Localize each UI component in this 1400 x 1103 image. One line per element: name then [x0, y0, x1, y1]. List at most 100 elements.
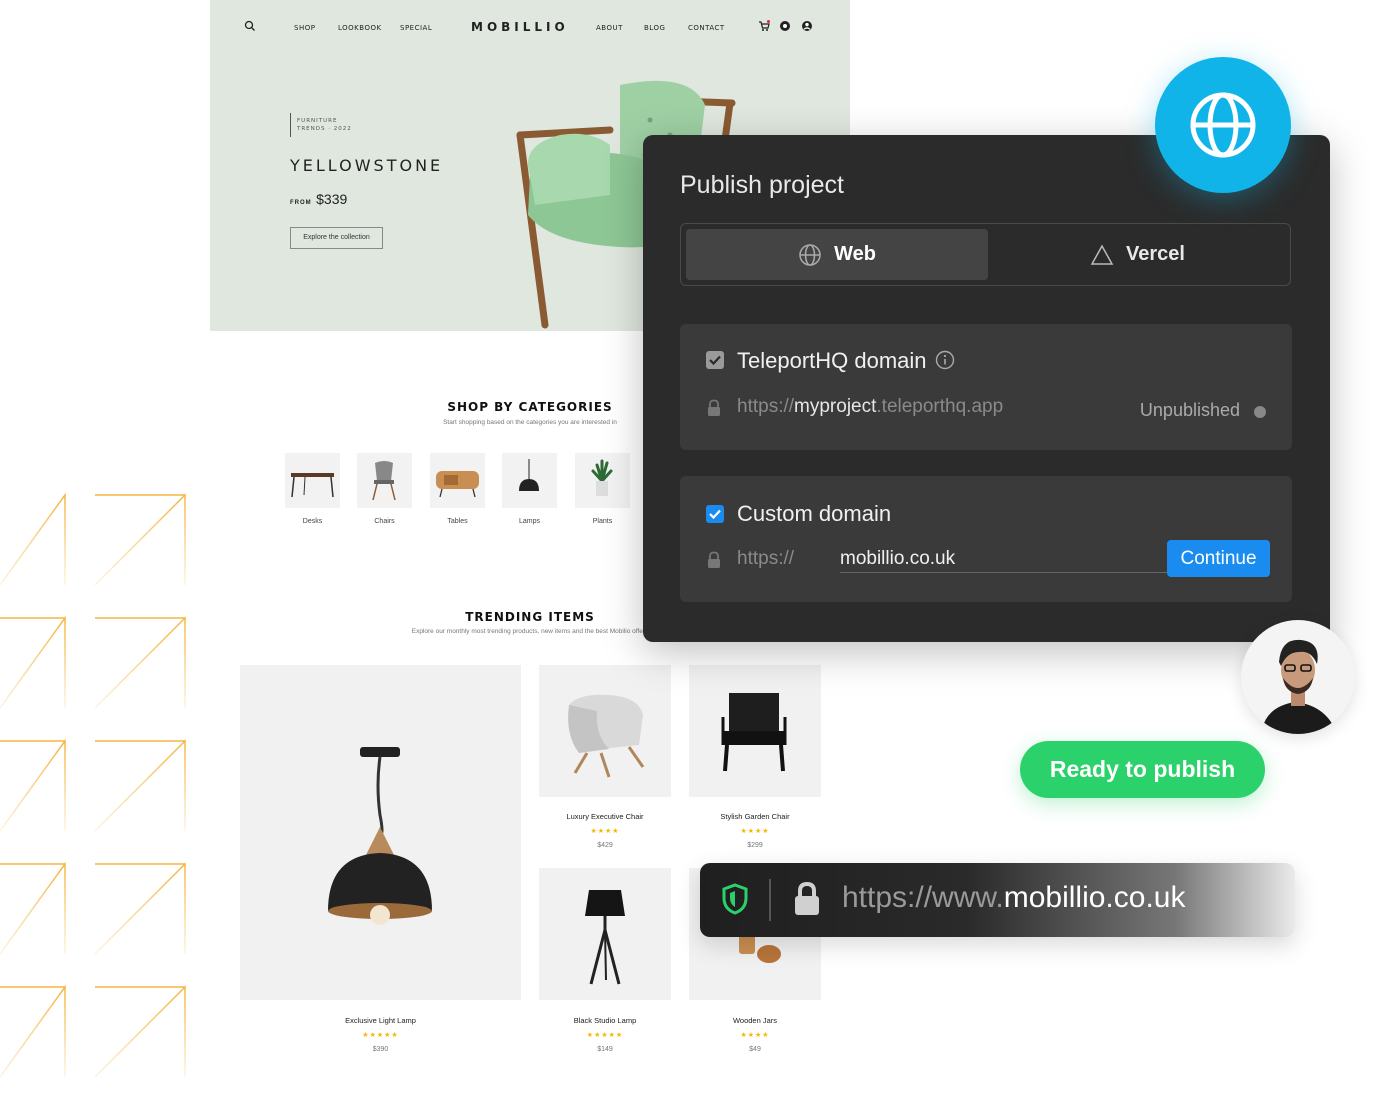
tripod-lamp-image: [585, 890, 625, 985]
category-tables[interactable]: Tables: [430, 453, 485, 525]
search-icon[interactable]: [244, 20, 256, 32]
nav-blog[interactable]: BLOG: [644, 24, 665, 32]
product-rating: ★★★★: [740, 828, 770, 835]
user-portrait-image: [1261, 639, 1337, 734]
check-icon: [709, 509, 721, 520]
product-price: $390: [372, 1046, 389, 1053]
nav-about[interactable]: ABOUT: [596, 24, 623, 32]
tab-vercel[interactable]: Vercel: [988, 229, 1287, 280]
product-tile-black-studio-lamp[interactable]: [539, 868, 671, 1000]
product-price: $299: [747, 842, 763, 849]
product-tile-luxury-executive-chair[interactable]: [539, 665, 671, 797]
product-name: Luxury Executive Chair: [566, 812, 644, 821]
price-from-label: FROM: [290, 200, 312, 206]
category-label: Desks: [302, 518, 323, 525]
custom-domain-card: Custom domain https:// mobillio.co.uk Co…: [680, 476, 1292, 602]
product-price: $429: [597, 842, 613, 849]
site-nav: SHOP LOOKBOOK SPECIAL MOBILLIO ABOUT BLO…: [210, 0, 850, 56]
eyebrow-line-2: TRENDS · 2022: [297, 126, 352, 132]
product-tile-stylish-garden-chair[interactable]: [689, 665, 821, 797]
product-name: Black Studio Lamp: [573, 1016, 637, 1025]
explore-collection-button[interactable]: Explore the collection: [290, 227, 383, 249]
teleporthq-domain-card: TeleportHQ domain https://myproject.tele…: [680, 324, 1292, 450]
nav-lookbook[interactable]: LOOKBOOK: [338, 24, 382, 32]
ready-to-publish-badge: Ready to publish: [1020, 741, 1265, 798]
check-icon: [709, 355, 721, 366]
cart-icon[interactable]: [758, 20, 770, 32]
chair-icon: [372, 461, 396, 501]
pendant-lamp-image: [328, 747, 432, 925]
product-name: Exclusive Light Lamp: [345, 1016, 416, 1025]
tab-web-label: Web: [834, 243, 876, 265]
avatar: [1241, 620, 1355, 734]
teleporthq-domain-checkbox[interactable]: [706, 351, 724, 369]
product-price: $149: [597, 1046, 613, 1053]
category-desks[interactable]: Desks: [285, 453, 340, 525]
custom-domain-title: Custom domain: [737, 501, 892, 526]
product-price: $49: [749, 1046, 761, 1053]
lock-icon: [708, 399, 720, 416]
table-icon: [436, 471, 479, 498]
category-lamps[interactable]: Lamps: [502, 453, 557, 525]
lock-icon: [708, 551, 720, 568]
address-bar-url[interactable]: https://www.mobillio.co.uk: [842, 881, 1185, 915]
custom-domain-input[interactable]: mobillio.co.uk: [840, 548, 955, 570]
lock-icon: [795, 881, 819, 915]
eyebrow-line-1: FURNITURE: [297, 118, 338, 124]
url-suffix: .teleporthq.app: [876, 396, 1004, 417]
garden-chair-image: [721, 693, 787, 772]
url-prefix: https://: [737, 396, 795, 417]
custom-domain-checkbox[interactable]: [706, 505, 724, 523]
product-rating: ★★★★: [590, 828, 620, 835]
product-name: Wooden Jars: [732, 1016, 778, 1025]
help-icon[interactable]: [779, 20, 791, 32]
plant-icon: [591, 459, 613, 496]
url-prefix: https://www.: [842, 881, 1004, 914]
globe-icon: [799, 243, 821, 266]
product-tile-exclusive-light-lamp[interactable]: [240, 665, 521, 1000]
nav-special[interactable]: SPECIAL: [400, 24, 432, 32]
decorative-grid: [0, 492, 186, 1078]
product-name: Stylish Garden Chair: [720, 812, 790, 821]
tab-web[interactable]: Web: [686, 229, 988, 280]
url-project-name: myproject: [794, 396, 877, 417]
info-icon[interactable]: [935, 350, 955, 370]
nav-contact[interactable]: CONTACT: [688, 24, 725, 32]
lounge-chair-image: [568, 694, 645, 778]
url-domain: mobillio.co.uk: [1003, 881, 1186, 914]
publish-status: Unpublished: [1139, 400, 1240, 420]
globe-icon: [1190, 92, 1256, 158]
teleporthq-url: https://myproject.teleporthq.app: [737, 396, 1003, 418]
custom-domain-prefix: https://: [737, 548, 795, 569]
shield-icon: [722, 883, 748, 915]
nav-shop[interactable]: SHOP: [294, 24, 315, 32]
hero-eyebrow: FURNITURE TRENDS · 2022: [290, 113, 352, 137]
vercel-triangle-icon: [1090, 243, 1114, 265]
account-icon[interactable]: [801, 20, 813, 32]
publish-target-tabs: Web Vercel: [680, 223, 1291, 286]
category-plants[interactable]: Plants: [575, 453, 630, 525]
browser-address-bar: https://www.mobillio.co.uk: [700, 863, 1295, 937]
category-chairs[interactable]: Chairs: [357, 453, 412, 525]
product-rating: ★★★★★: [586, 1032, 624, 1039]
hero-title: YELLOWSTONE: [290, 156, 444, 175]
product-rating: ★★★★★: [362, 1032, 399, 1039]
product-rating: ★★★★: [740, 1032, 770, 1039]
category-label: Chairs: [374, 518, 395, 525]
dialog-title: Publish project: [680, 171, 844, 199]
address-bar-divider: [769, 879, 771, 921]
continue-button[interactable]: Continue: [1167, 540, 1270, 577]
publish-dialog: Publish project Web Vercel TeleportHQ do…: [643, 135, 1330, 642]
category-label: Lamps: [518, 518, 540, 525]
custom-domain-underline: [840, 572, 1185, 573]
category-label: Plants: [592, 518, 613, 525]
desk-icon: [291, 473, 334, 498]
globe-badge: [1155, 57, 1291, 193]
price-amount: $339: [316, 191, 348, 207]
teleporthq-domain-label: TeleportHQ domain: [737, 348, 927, 373]
lamp-icon: [519, 459, 539, 491]
teleporthq-domain-title: TeleportHQ domain: [737, 348, 955, 374]
category-label: Tables: [447, 518, 468, 525]
status-dot: [1254, 406, 1266, 418]
site-logo[interactable]: MOBILLIO: [471, 20, 569, 34]
